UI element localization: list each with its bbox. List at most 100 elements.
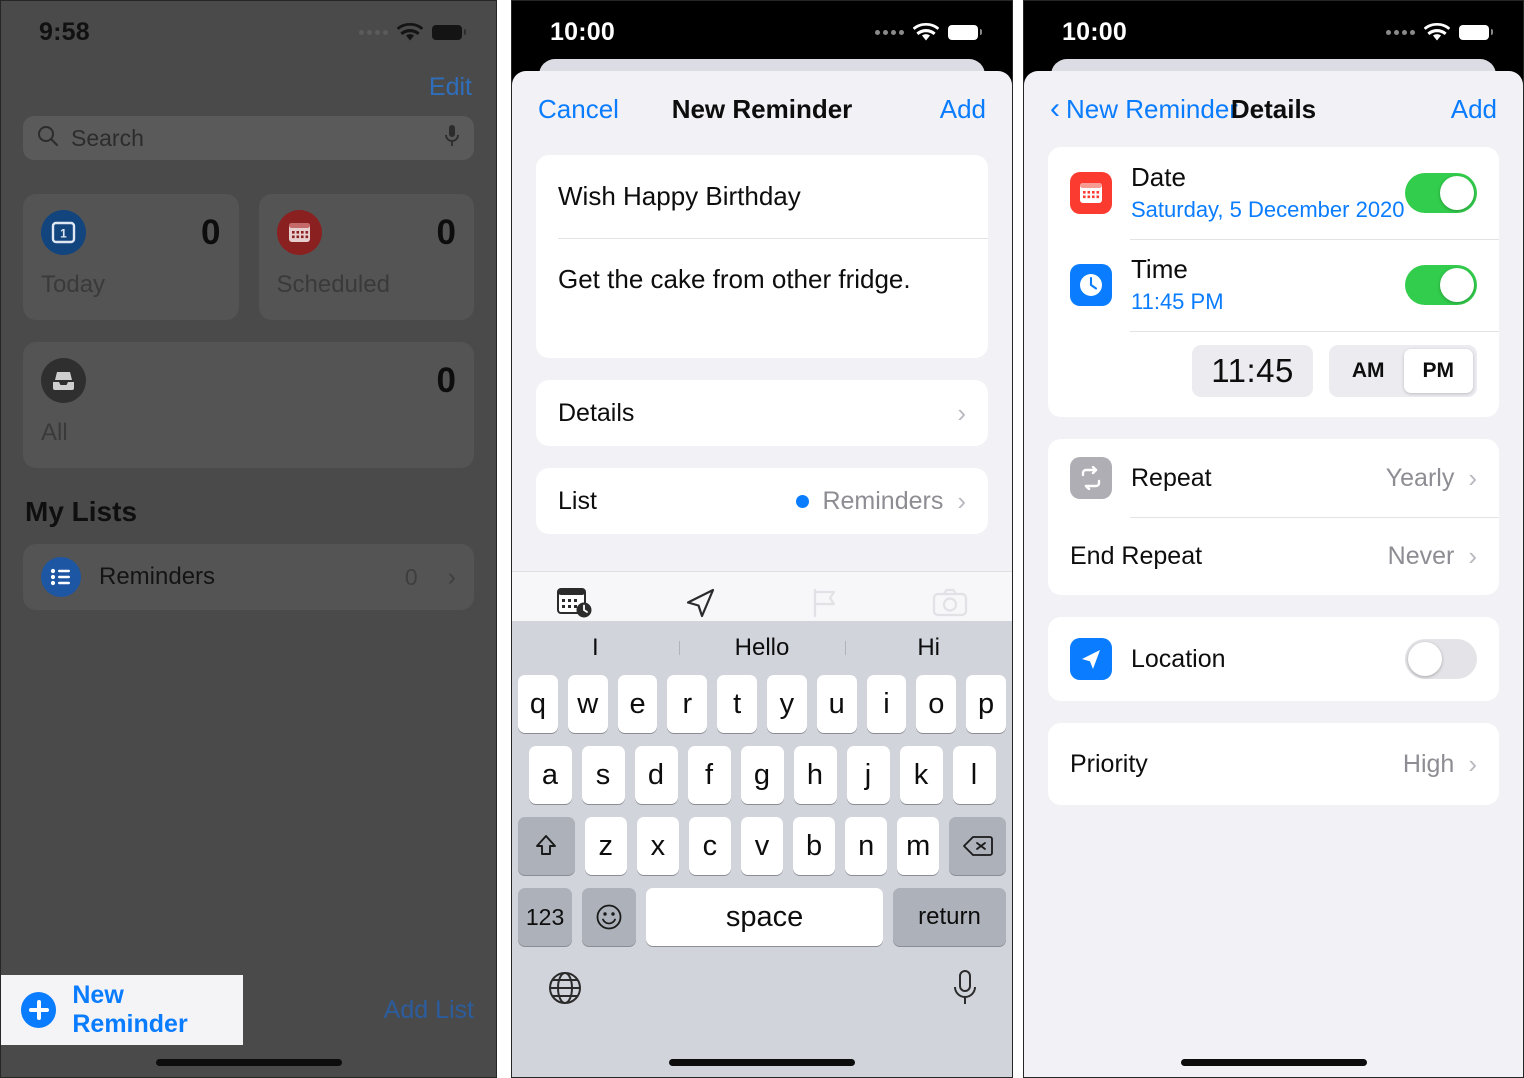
key-h[interactable]: h xyxy=(793,746,837,804)
location-row[interactable]: Location xyxy=(1048,617,1499,701)
key-t[interactable]: t xyxy=(717,675,757,733)
new-reminder-button[interactable]: New Reminder xyxy=(1,975,243,1045)
return-key[interactable]: return xyxy=(892,888,1006,946)
search-field[interactable]: Search xyxy=(23,116,474,160)
time-picker-value[interactable]: 11:45 xyxy=(1192,345,1313,397)
flag-icon[interactable] xyxy=(762,586,887,620)
edit-button[interactable]: Edit xyxy=(23,63,474,116)
date-toggle[interactable] xyxy=(1405,173,1477,213)
date-row[interactable]: Date Saturday, 5 December 2020 xyxy=(1048,147,1499,239)
location-toggle[interactable] xyxy=(1405,639,1477,679)
reminder-fields-card: Wish Happy Birthday Get the cake from ot… xyxy=(536,155,988,358)
sheet-nav-bar: Cancel New Reminder Add xyxy=(512,71,1012,147)
list-row[interactable]: List Reminders › xyxy=(536,468,988,534)
key-w[interactable]: w xyxy=(567,675,608,733)
chevron-left-icon: ‹ xyxy=(1050,92,1060,125)
time-toggle[interactable] xyxy=(1405,265,1477,305)
key-c[interactable]: c xyxy=(688,817,731,875)
backspace-icon[interactable] xyxy=(949,817,1007,875)
phone-panel-reminders-home: 9:58 Edit Search 1 0 Today 0 Scheduled 0… xyxy=(0,0,497,1078)
space-key[interactable]: space xyxy=(646,888,883,946)
key-y[interactable]: y xyxy=(767,675,807,733)
time-picker-row: 11:45 AM PM xyxy=(1048,331,1499,417)
calendar-icon xyxy=(1070,172,1112,214)
key-j[interactable]: j xyxy=(846,746,890,804)
key-e[interactable]: e xyxy=(617,675,658,733)
suggestion-chip[interactable]: Hi xyxy=(845,634,1012,662)
keyboard-bottom-row xyxy=(512,959,1012,1012)
microphone-icon[interactable] xyxy=(952,969,978,1012)
key-s[interactable]: s xyxy=(581,746,625,804)
end-repeat-row[interactable]: End Repeat Never › xyxy=(1048,517,1499,595)
clock-icon xyxy=(1070,264,1112,306)
phone-panel-new-reminder: 10:00 Cancel New Reminder Add Wish Happy… xyxy=(511,0,1013,1078)
suggestion-chip[interactable]: I xyxy=(512,634,679,662)
key-q[interactable]: q xyxy=(518,675,558,733)
back-button[interactable]: ‹ New Reminder xyxy=(1050,94,1238,125)
details-card: Details › xyxy=(536,380,988,446)
phone-panel-reminder-details: 10:00 ‹ New Reminder Details Add Date Sa… xyxy=(1023,0,1524,1078)
end-repeat-value: Never xyxy=(1387,541,1455,570)
am-option[interactable]: AM xyxy=(1333,349,1404,393)
globe-icon[interactable] xyxy=(546,969,584,1012)
numbers-key[interactable]: 123 xyxy=(518,888,573,946)
repeat-icon xyxy=(1070,457,1112,499)
suggestion-chip[interactable]: Hello xyxy=(678,634,846,662)
repeat-row[interactable]: Repeat Yearly › xyxy=(1048,439,1499,517)
location-label: Location xyxy=(1131,644,1226,673)
key-m[interactable]: m xyxy=(897,817,940,875)
time-row[interactable]: Time 11:45 PM xyxy=(1048,239,1499,331)
list-bullets-icon xyxy=(41,557,81,597)
add-button[interactable]: Add xyxy=(1451,94,1497,125)
repeat-label: Repeat xyxy=(1131,463,1212,492)
list-item-reminders[interactable]: Reminders 0 › xyxy=(23,544,474,610)
key-n[interactable]: n xyxy=(845,817,888,875)
key-x[interactable]: x xyxy=(636,817,679,875)
details-label: Details xyxy=(558,398,635,427)
key-p[interactable]: p xyxy=(966,675,1006,733)
key-b[interactable]: b xyxy=(793,817,836,875)
onscreen-keyboard: I Hello Hi q w e r t y u i o p a s d f g… xyxy=(512,621,1012,1077)
signal-dots-icon xyxy=(1386,29,1415,35)
reminder-title-input[interactable]: Wish Happy Birthday xyxy=(536,155,988,238)
key-f[interactable]: f xyxy=(687,746,731,804)
key-k[interactable]: k xyxy=(899,746,943,804)
location-card: Location xyxy=(1048,617,1499,701)
chevron-right-icon: › xyxy=(447,562,456,591)
key-d[interactable]: d xyxy=(634,746,678,804)
key-g[interactable]: g xyxy=(740,746,784,804)
date-time-card: Date Saturday, 5 December 2020 Time 11:4… xyxy=(1048,147,1499,417)
reminder-notes-input[interactable]: Get the cake from other fridge. xyxy=(536,238,988,358)
plus-circle-icon xyxy=(21,992,57,1028)
battery-icon xyxy=(432,24,466,40)
add-list-button[interactable]: Add List xyxy=(384,996,474,1025)
key-a[interactable]: a xyxy=(528,746,572,804)
key-v[interactable]: v xyxy=(740,817,784,875)
key-z[interactable]: z xyxy=(584,817,627,875)
key-u[interactable]: u xyxy=(816,675,857,733)
key-i[interactable]: i xyxy=(866,675,907,733)
location-arrow-icon[interactable] xyxy=(637,586,762,620)
smart-list-scheduled[interactable]: 0 Scheduled xyxy=(258,194,474,320)
microphone-icon[interactable] xyxy=(444,124,460,153)
details-row[interactable]: Details › xyxy=(536,380,988,446)
key-o[interactable]: o xyxy=(916,675,957,733)
add-button[interactable]: Add xyxy=(940,94,986,125)
priority-row[interactable]: Priority High › xyxy=(1048,723,1499,805)
today-calendar-icon: 1 xyxy=(41,210,86,255)
date-value: Saturday, 5 December 2020 xyxy=(1131,196,1405,222)
keyboard-row-3: z x c v b n m xyxy=(512,817,1012,875)
cancel-button[interactable]: Cancel xyxy=(538,94,619,125)
calendar-clock-icon[interactable] xyxy=(512,586,637,620)
smart-list-today[interactable]: 1 0 Today xyxy=(23,194,239,320)
toggle-knob xyxy=(1440,268,1474,302)
shift-icon[interactable] xyxy=(517,817,575,875)
pm-option[interactable]: PM xyxy=(1403,349,1473,393)
smart-list-all[interactable]: 0 All xyxy=(23,342,474,468)
emoji-icon[interactable] xyxy=(582,888,637,946)
key-r[interactable]: r xyxy=(667,675,708,733)
camera-icon[interactable] xyxy=(887,587,1012,619)
keyboard-row-4: 123 space return xyxy=(512,888,1012,946)
key-l[interactable]: l xyxy=(952,746,996,804)
sheet-nav-bar: ‹ New Reminder Details Add xyxy=(1024,71,1523,147)
